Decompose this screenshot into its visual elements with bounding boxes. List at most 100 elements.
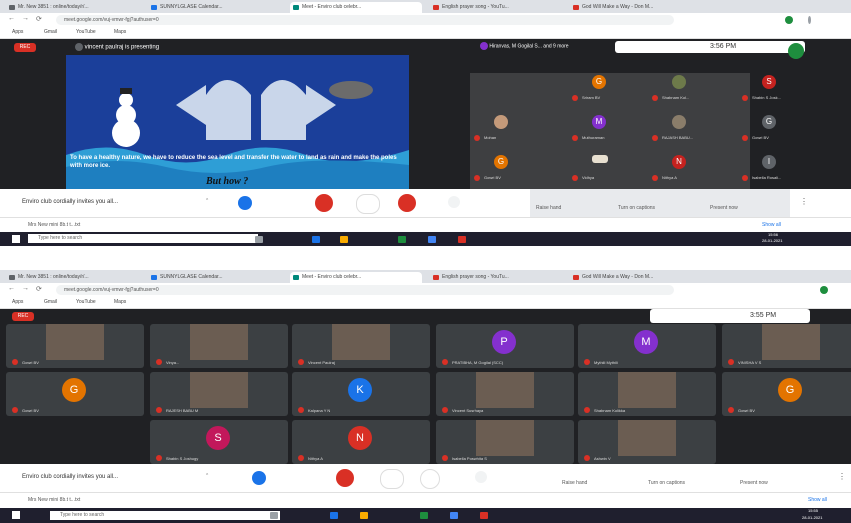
download-item[interactable]: Mrs New mini 8b.t t...txt — [28, 222, 80, 228]
edge-icon[interactable] — [330, 512, 338, 519]
bookmark-gmail[interactable]: Gmail — [44, 299, 57, 305]
edge-icon[interactable] — [312, 236, 320, 243]
participant-tile[interactable]: G Gowri BV — [740, 113, 820, 147]
chrome-icon[interactable] — [398, 236, 406, 243]
participant-tile[interactable]: Ashwin V — [578, 420, 716, 464]
participant-tile[interactable]: Vinya... — [150, 324, 288, 368]
participant-tile[interactable]: Isabella Poswhita S — [436, 420, 574, 464]
show-all-button[interactable]: Show all — [762, 222, 781, 228]
participant-tile[interactable]: RAJESH BABU M — [150, 372, 288, 416]
browser-tab[interactable]: English prayer song - YouTu... — [430, 2, 562, 13]
participant-tile[interactable]: M Muthuraman — [570, 113, 650, 147]
participant-tile[interactable]: S Shabin S Josk... — [740, 73, 820, 107]
participant-tile[interactable]: G Gowri BV — [470, 153, 560, 187]
participant-tile[interactable]: M Mythili Mythili — [578, 324, 716, 368]
participant-tile[interactable]: N Nithya A — [292, 420, 430, 464]
reload-icon[interactable]: ⟳ — [36, 15, 42, 23]
profile-icon[interactable] — [785, 16, 793, 24]
forward-icon[interactable]: → — [22, 15, 29, 22]
participant-tile[interactable]: Vincent Paulraj — [292, 324, 430, 368]
present-now-button[interactable]: Present now — [710, 205, 738, 211]
forward-icon[interactable]: → — [22, 285, 29, 292]
captions-button[interactable]: Turn on captions — [648, 480, 685, 486]
captions-icon[interactable] — [252, 471, 266, 485]
browser-tab[interactable]: Mr. New 3851 : online/today/r/... — [6, 272, 138, 283]
menu-icon[interactable] — [808, 16, 811, 24]
participant-tile[interactable]: Vincent Susrhaya — [436, 372, 574, 416]
more-options-icon[interactable]: ⋮ — [838, 472, 846, 481]
participant-tile[interactable]: Shabnam Kol... — [650, 73, 730, 107]
windows-start-icon[interactable] — [12, 235, 20, 243]
participant-tile[interactable]: I Isabella Rosali... — [740, 153, 820, 187]
store-icon[interactable] — [428, 236, 436, 243]
browser-tab[interactable]: SUNNYLGLASE Calendar... — [148, 2, 280, 13]
participant-tile[interactable]: Gowri BV — [6, 324, 144, 368]
app-icon[interactable] — [458, 236, 466, 243]
browser-tab[interactable]: Mr. New 3851 : online/today/r/... — [6, 2, 138, 13]
camera-off-button[interactable] — [398, 194, 416, 212]
taskbar-clock[interactable]: 15:55 — [808, 508, 818, 513]
browser-tab[interactable]: God Will Make a Way - Don M... — [570, 2, 702, 13]
bookmark-youtube[interactable]: YouTube — [76, 299, 96, 305]
bookmark-youtube[interactable]: YouTube — [76, 29, 96, 35]
browser-tab-active[interactable]: Meet - Enviro club celebr... — [290, 272, 422, 283]
participant-tile[interactable]: S Shabin S Joshugy — [150, 420, 288, 464]
raise-hand-button[interactable]: Raise hand — [562, 480, 587, 486]
participant-tile[interactable]: VINISHA V S — [722, 324, 851, 368]
browser-tab[interactable]: English prayer song - YouTu... — [430, 272, 562, 283]
bookmark-apps[interactable]: Apps — [12, 299, 23, 305]
chevron-up-icon[interactable]: ⌃ — [205, 198, 209, 204]
participant-tile[interactable]: Vidhya — [570, 153, 650, 187]
participant-tile[interactable]: P PRATIBHA, M Gogilal (SCC) — [436, 324, 574, 368]
mic-off-button[interactable] — [315, 194, 333, 212]
taskbar-clock[interactable]: 15:56 — [768, 232, 778, 237]
participant-tile[interactable]: N Nithya A — [650, 153, 730, 187]
raise-hand-button[interactable]: Raise hand — [536, 205, 561, 211]
reload-icon[interactable]: ⟳ — [36, 285, 42, 293]
back-icon[interactable]: ← — [8, 285, 15, 292]
store-icon[interactable] — [450, 512, 458, 519]
bookmark-gmail[interactable]: Gmail — [44, 29, 57, 35]
url-field[interactable]: meet.google.com/vuj-vmwr-fgj?authuser=0 — [56, 15, 674, 25]
taskbar-search[interactable]: Type here to search — [50, 511, 280, 520]
taskbar-date[interactable]: 28-01-2021 — [802, 515, 822, 520]
captions-icon[interactable] — [238, 196, 252, 210]
bookmark-maps[interactable]: Maps — [114, 299, 126, 305]
taskbar-search[interactable]: Type here to search — [28, 234, 258, 243]
windows-start-icon[interactable] — [12, 511, 20, 519]
profile-icon[interactable] — [820, 286, 828, 294]
back-icon[interactable]: ← — [8, 15, 15, 22]
participant-tile[interactable]: G Sriram BV — [570, 73, 650, 107]
more-options-icon[interactable]: ⋮ — [800, 197, 808, 206]
browser-tab[interactable]: God Will Make a Way - Don M... — [570, 272, 702, 283]
mic-off-button[interactable] — [336, 469, 354, 487]
taskview-icon[interactable] — [255, 236, 263, 243]
present-now-button[interactable]: Present now — [740, 480, 768, 486]
explorer-icon[interactable] — [360, 512, 368, 519]
participant-tile[interactable]: RAJASH BABU... — [650, 113, 730, 147]
url-field[interactable]: meet.google.com/vuj-vmwr-fgj?authuser=0 — [56, 285, 674, 295]
app-icon[interactable] — [480, 512, 488, 519]
participant-tile[interactable]: G Gowri BV — [722, 372, 851, 416]
captions-button[interactable]: Turn on captions — [618, 205, 655, 211]
participant-tile[interactable]: Mohan — [470, 113, 560, 147]
camera-button[interactable] — [420, 469, 440, 489]
browser-tab[interactable]: SUNNYLGLASE Calendar... — [148, 272, 280, 283]
end-call-button[interactable] — [356, 194, 380, 214]
download-item[interactable]: Mrs New mini 8b.t t...txt — [28, 497, 80, 503]
participant-tile[interactable]: Shabnam Kolikka — [578, 372, 716, 416]
taskbar-date[interactable]: 28-01-2021 — [762, 238, 782, 243]
show-all-button[interactable]: Show all — [808, 497, 827, 503]
explorer-icon[interactable] — [340, 236, 348, 243]
participant-tile[interactable]: G Gowri BV — [6, 372, 144, 416]
taskview-icon[interactable] — [270, 512, 278, 519]
check-icon[interactable] — [475, 471, 487, 483]
bookmark-maps[interactable]: Maps — [114, 29, 126, 35]
chevron-up-icon[interactable]: ⌃ — [205, 473, 209, 479]
bookmark-apps[interactable]: Apps — [12, 29, 23, 35]
participant-tile[interactable]: K Kalpana Y N — [292, 372, 430, 416]
chrome-icon[interactable] — [420, 512, 428, 519]
end-call-button[interactable] — [380, 469, 404, 489]
meeting-title[interactable]: Enviro club cordially invites you all... — [22, 474, 118, 480]
meeting-title[interactable]: Enviro club cordially invites you all... — [22, 199, 118, 205]
